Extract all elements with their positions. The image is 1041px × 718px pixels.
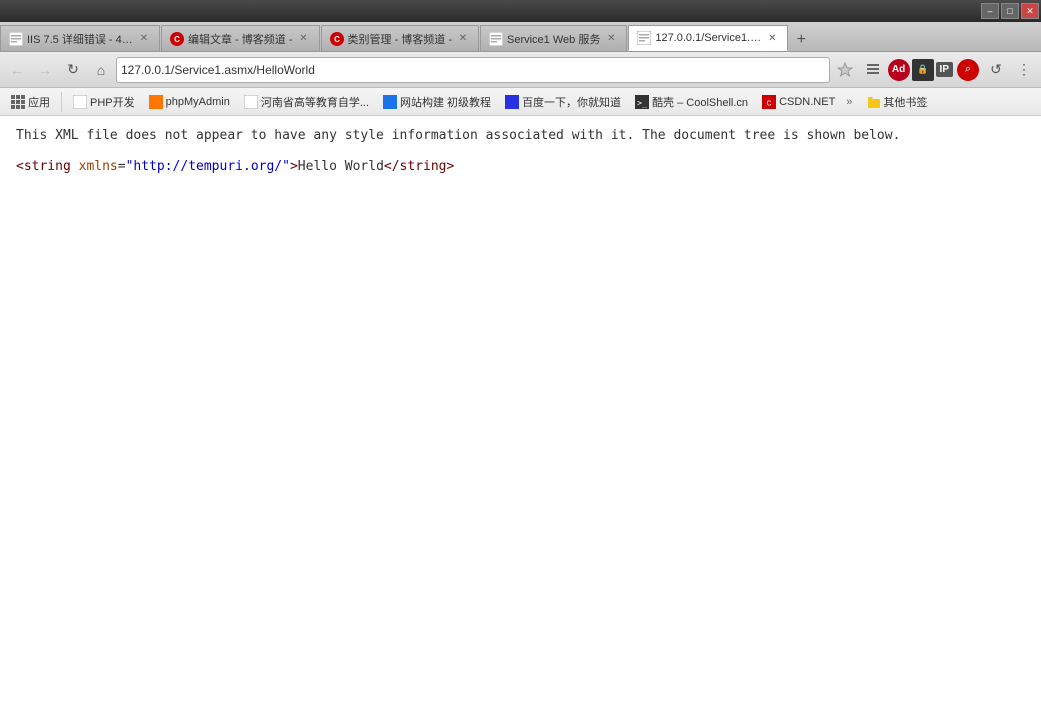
tab-favicon-1: [9, 32, 23, 46]
bookmark-php[interactable]: PHP开发: [68, 92, 140, 112]
bookmark-phpmyadmin[interactable]: phpMyAdmin: [144, 93, 235, 111]
search-button[interactable]: ⌕: [955, 57, 981, 83]
apps-icon: [11, 95, 25, 109]
bookmark-apps-label: 应用: [28, 94, 50, 110]
tab-label-1: IIS 7.5 详细错误 - 403.1: [27, 31, 133, 47]
bookmark-henan-label: 河南省高等教育自学...: [261, 94, 369, 110]
bookmark-csdn-label: CSDN.NET: [779, 96, 835, 108]
back-button[interactable]: ←: [4, 57, 30, 83]
tab-close-4[interactable]: ✕: [604, 32, 618, 46]
bookmark-phpmyadmin-label: phpMyAdmin: [166, 96, 230, 108]
bookmark-coolshell-label: 酷壳 – CoolShell.cn: [652, 94, 748, 110]
maximize-button[interactable]: □: [1001, 3, 1019, 19]
bookmarks-separator-1: [61, 92, 62, 112]
history-button[interactable]: ↺: [983, 57, 1009, 83]
xml-tag-name: string: [24, 159, 71, 174]
bookmark-coolshell[interactable]: >_ 酷壳 – CoolShell.cn: [630, 92, 753, 112]
tab-service1-asmx[interactable]: 127.0.0.1/Service1.asmx ✕: [628, 25, 788, 51]
xml-notice: This XML file does not appear to have an…: [16, 126, 1025, 147]
xml-bracket-open: <: [16, 159, 24, 174]
page-content-area: This XML file does not appear to have an…: [0, 116, 1041, 718]
browser-window: – □ ✕ IIS 7.5 详细错误 - 403.1 ✕ C 编辑文章 - 博客…: [0, 0, 1041, 718]
xml-attr-value: "http://tempuri.org/": [126, 159, 290, 174]
svg-text:C: C: [174, 35, 180, 44]
tab-label-4: Service1 Web 服务: [507, 31, 600, 47]
tab-bar: IIS 7.5 详细错误 - 403.1 ✕ C 编辑文章 - 博客频道 - ✕…: [0, 22, 1041, 52]
bookmark-baidu-icon: [505, 95, 519, 109]
tab-label-2: 编辑文章 - 博客频道 -: [188, 31, 293, 47]
title-bar: – □ ✕: [0, 0, 1041, 22]
svg-text:C: C: [334, 35, 340, 44]
bookmark-php-label: PHP开发: [90, 94, 135, 110]
bookmarks-other[interactable]: 其他书签: [862, 92, 932, 112]
tab-close-5[interactable]: ✕: [765, 31, 779, 45]
menu-button[interactable]: ⋮: [1011, 57, 1037, 83]
tab-close-1[interactable]: ✕: [137, 32, 151, 46]
bookmark-star-button[interactable]: [832, 57, 858, 83]
svg-text:>_: >_: [637, 98, 647, 107]
tab-label-5: 127.0.0.1/Service1.asmx: [655, 32, 761, 44]
address-input[interactable]: [121, 63, 825, 77]
bookmarks-more-arrow[interactable]: »: [846, 96, 852, 108]
close-button[interactable]: ✕: [1021, 3, 1039, 19]
xml-code-line: <string xmlns="http://tempuri.org/">Hell…: [16, 159, 1025, 174]
bookmark-mgr-button[interactable]: [860, 57, 886, 83]
bookmark-php-icon: [73, 95, 87, 109]
bookmark-csdn[interactable]: C CSDN.NET: [757, 93, 840, 111]
bookmark-phpmyadmin-icon: [149, 95, 163, 109]
ip-button[interactable]: IP: [936, 62, 953, 77]
bookmarks-bar: 应用 PHP开发 phpMyAdmin 河南省高等教育自学... 网站构建 初: [0, 88, 1041, 116]
tab-favicon-4: [489, 32, 503, 46]
bookmark-coolshell-icon: >_: [635, 95, 649, 109]
tab-favicon-3: C: [330, 32, 344, 46]
bookmark-baidu-label: 百度一下，你就知道: [522, 94, 621, 110]
title-bar-buttons: – □ ✕: [981, 3, 1039, 19]
bookmark-csdn-icon: C: [762, 95, 776, 109]
bookmark-apps[interactable]: 应用: [6, 92, 55, 112]
svg-text:C: C: [767, 100, 772, 107]
xml-equals: =: [118, 159, 126, 174]
nav-icons-right: Ad 🔒 IP ⌕ ↺ ⋮: [832, 57, 1037, 83]
bookmark-henan[interactable]: 河南省高等教育自学...: [239, 92, 374, 112]
nav-bar: ← → ↻ ⌂ Ad 🔒 IP ⌕ ↺: [0, 52, 1041, 88]
bookmarks-other-label: 其他书签: [883, 94, 927, 110]
bookmark-web-label: 网站构建 初级教程: [400, 94, 491, 110]
forward-button[interactable]: →: [32, 57, 58, 83]
bookmark-baidu[interactable]: 百度一下，你就知道: [500, 92, 626, 112]
xml-text-content: Hello World: [298, 159, 384, 174]
bookmark-web-icon: [383, 95, 397, 109]
tab-service1-web[interactable]: Service1 Web 服务 ✕: [480, 25, 627, 51]
tab-favicon-5: [637, 31, 651, 45]
minimize-button[interactable]: –: [981, 3, 999, 19]
new-tab-button[interactable]: +: [789, 29, 813, 51]
xml-attr-name: xmlns: [79, 159, 118, 174]
tab-close-2[interactable]: ✕: [297, 32, 311, 46]
adblock-button[interactable]: Ad: [888, 59, 910, 81]
tab-iis-error[interactable]: IIS 7.5 详细错误 - 403.1 ✕: [0, 25, 160, 51]
xml-bracket-close: >: [290, 159, 298, 174]
tab-close-3[interactable]: ✕: [456, 32, 470, 46]
tab-label-3: 类别管理 - 博客频道 -: [348, 31, 453, 47]
tab-category-manage[interactable]: C 类别管理 - 博客频道 - ✕: [321, 25, 480, 51]
address-bar-wrapper: [116, 57, 830, 83]
tab-edit-article[interactable]: C 编辑文章 - 博客频道 - ✕: [161, 25, 320, 51]
tab-favicon-2: C: [170, 32, 184, 46]
reload-button[interactable]: ↻: [60, 57, 86, 83]
folder-icon: [867, 95, 881, 109]
search-icon: ⌕: [957, 59, 979, 81]
bookmark-web[interactable]: 网站构建 初级教程: [378, 92, 496, 112]
bookmark-henan-icon: [244, 95, 258, 109]
xml-closing-tag: </string>: [384, 159, 454, 174]
extension-button[interactable]: 🔒: [912, 59, 934, 81]
home-button[interactable]: ⌂: [88, 57, 114, 83]
